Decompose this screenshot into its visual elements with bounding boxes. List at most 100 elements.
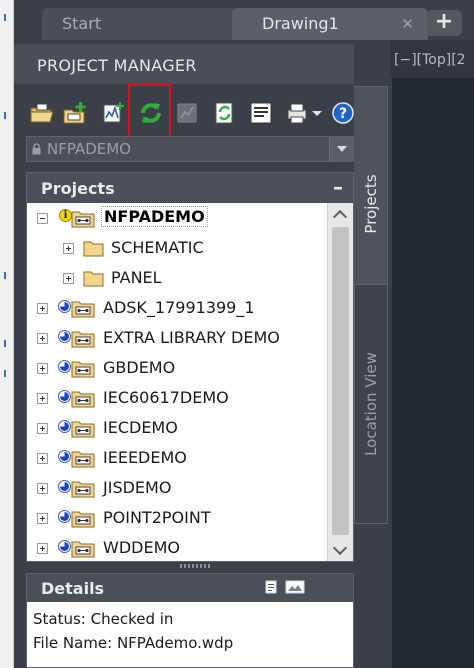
chevron-down-icon[interactable] [310,100,324,126]
project-tree: i NFPADEMO SCHEMATIC PANEL ADSK_17991399… [27,203,315,559]
update-retag-icon[interactable] [212,100,238,126]
expand-icon[interactable] [37,453,48,464]
scroll-up-icon[interactable] [328,203,353,225]
expand-icon[interactable] [37,333,48,344]
tree-label: PANEL [111,268,162,287]
project-icon [71,301,95,318]
help-icon[interactable]: ? [330,100,354,126]
folder-icon [83,271,104,287]
tree-row-project[interactable]: IEC60617DEMO [27,383,315,413]
details-status: Status: Checked in [33,610,174,628]
checked-in-status-icon [58,540,71,553]
palette-side-tabs: Projects Location View [352,40,390,668]
project-icon [71,421,95,438]
project-dropdown[interactable]: NFPADEMO [26,136,354,162]
project-icon [71,451,95,468]
edge-marker [4,272,6,279]
details-title: Details [41,579,105,598]
edge-marker [4,112,6,119]
scroll-thumb[interactable] [332,227,349,535]
panel-title-bar[interactable]: PROJECT MANAGER [14,44,354,84]
expand-icon[interactable] [37,423,48,434]
tree-label: JISDEMO [103,478,172,497]
close-icon[interactable]: ✕ [401,8,414,40]
tree-row-project[interactable]: EXTRA LIBRARY DEMO [27,323,315,353]
expand-icon[interactable] [37,303,48,314]
edge-marker [4,340,6,347]
new-tab-button[interactable]: + [426,10,462,36]
tree-scrollbar[interactable] [327,203,353,561]
tree-row-schematic[interactable]: SCHEMATIC [27,233,315,263]
project-icon [71,211,95,228]
expand-icon[interactable] [63,273,74,284]
splitter-grip[interactable] [180,564,210,568]
details-list-icon[interactable] [263,580,279,594]
tree-row-panel[interactable]: PANEL [27,263,315,293]
collapse-icon[interactable]: – [333,175,343,199]
tree-label: NFPADEMO [101,206,208,227]
tree-row-project[interactable]: POINT2POINT [27,503,315,533]
tree-label: GBDEMO [103,358,176,377]
projects-section: Projects – i NFPADEMO SCHEMATIC PANEL AD… [26,172,354,562]
expand-icon[interactable] [37,393,48,404]
tree-label: ADSK_17991399_1 [103,298,255,317]
project-toolbar: ? [14,84,354,147]
project-icon [71,481,95,498]
collapse-tree-icon[interactable] [37,213,48,224]
expand-icon[interactable] [63,243,74,254]
project-icon [71,541,95,558]
checked-in-status-icon [58,510,71,523]
tree-label: IEC60617DEMO [103,388,229,407]
tree-row-project[interactable]: JISDEMO [27,473,315,503]
project-icon [71,511,95,528]
project-icon [71,391,95,408]
tab-location-view[interactable]: Location View [354,284,388,524]
projects-header: Projects – [27,173,353,203]
tree-row-project[interactable]: GBDEMO [27,353,315,383]
viewport-label[interactable]: [−][Top][2 [394,52,466,68]
selected-project: NFPADEMO [47,140,131,158]
tab-drawing1-label: Drawing1 [262,14,339,33]
model-space[interactable] [390,78,474,668]
tab-start[interactable]: Start [42,8,238,40]
checked-in-status-icon [58,450,71,463]
checked-in-status-icon [58,480,71,493]
new-project-icon[interactable] [62,100,88,126]
expand-icon[interactable] [37,483,48,494]
tree-label: POINT2POINT [103,508,211,527]
tree-row-project[interactable]: IECDEMO [27,413,315,443]
edge-marker [4,370,6,377]
viewport-controls-bar: [−][Top][2 [390,40,474,78]
open-project-icon[interactable] [28,100,54,126]
scroll-down-icon[interactable] [328,539,353,561]
project-properties-icon[interactable] [248,100,274,126]
new-drawing-icon[interactable] [100,100,126,126]
section-splitter[interactable] [26,562,354,572]
tree-label: SCHEMATIC [111,238,204,257]
svg-text:?: ? [339,106,347,122]
publish-plot-icon[interactable] [284,100,310,126]
project-icon [71,361,95,378]
expand-icon[interactable] [37,543,48,554]
project-tasks-icon[interactable] [174,100,200,126]
chevron-down-icon[interactable] [329,137,353,161]
thumbnail-preview-icon[interactable] [285,580,305,594]
details-file-name: File Name: NFPAdemo.wdp [33,634,234,652]
checked-in-status-icon [58,300,71,313]
details-header: Details [27,574,353,602]
project-icon [71,331,95,348]
details-section: Details Status: Checked in File Name: NF… [26,573,354,668]
tree-row-project[interactable]: IEEEDEMO [27,443,315,473]
tree-row-project[interactable]: WDDEMO [27,533,315,559]
expand-icon[interactable] [37,363,48,374]
checked-in-status-icon [58,390,71,403]
drawing-canvas[interactable]: [−][Top][2 [390,40,474,668]
expand-icon[interactable] [37,513,48,524]
tab-drawing1[interactable]: Drawing1 ✕ [232,8,428,40]
tree-row-nfpademo[interactable]: i NFPADEMO [27,203,315,233]
tree-row-project[interactable]: ADSK_17991399_1 [27,293,315,323]
tree-label: EXTRA LIBRARY DEMO [103,328,280,347]
project-manager-panel: PROJECT MANAGER ? NFPADEMO Projects – i … [14,40,354,668]
tab-start-label: Start [62,14,102,33]
tree-label: IECDEMO [103,418,178,437]
